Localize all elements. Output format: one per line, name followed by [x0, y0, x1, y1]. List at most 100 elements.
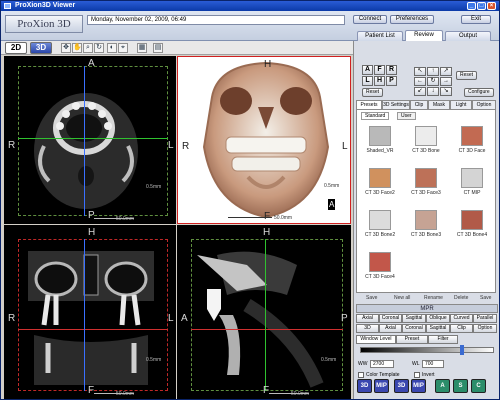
view-r-button[interactable]: R	[386, 65, 397, 75]
rotate-up-left-icon[interactable]: ↖	[414, 67, 426, 76]
mode-sagittal-button[interactable]: S	[453, 379, 468, 393]
mpr-sagittal-button[interactable]: Sagittal	[402, 314, 426, 323]
preset-thumb-ct-3d-bone[interactable]	[415, 126, 437, 146]
wl-input[interactable]: 700	[422, 360, 444, 368]
mpr-oblique-button[interactable]: Oblique	[426, 314, 450, 323]
tab-clip[interactable]: Clip	[410, 100, 428, 109]
window-level-icon[interactable]: ◐	[107, 43, 117, 53]
axial-horizontal-crosshair[interactable]	[18, 138, 168, 139]
color-template-checkbox[interactable]	[358, 372, 364, 378]
coronal-viewport[interactable]: H F R L 0.5mm 50.0mm	[4, 225, 176, 399]
measure-icon[interactable]: ⌖	[118, 43, 128, 53]
sagittal-horizontal-crosshair[interactable]	[191, 329, 343, 330]
coronal-vertical-crosshair[interactable]	[84, 239, 85, 391]
mpr-parallel-button[interactable]: Parallel	[473, 314, 497, 323]
mpr-sagittal2-button[interactable]: Sagittal	[426, 324, 450, 333]
mode-axial-button[interactable]: A	[435, 379, 450, 393]
preferences-button[interactable]: Preferences	[390, 15, 434, 24]
rotation-reset-button[interactable]: Reset	[456, 71, 478, 80]
tab-3d-settings[interactable]: 3D Settings	[382, 100, 410, 109]
preset-thumb-ct-3d-face2[interactable]	[369, 168, 391, 188]
view-h-button[interactable]: H	[374, 76, 385, 86]
orientation-reset-button[interactable]: Reset	[362, 88, 384, 97]
tab-window-level[interactable]: Window Level	[356, 335, 396, 344]
mode-2d-button[interactable]: 2D	[5, 42, 27, 54]
close-button[interactable]: ×	[487, 2, 496, 10]
zoom-icon[interactable]: ⌕	[83, 43, 93, 53]
tab-presets[interactable]: Presets	[356, 100, 382, 109]
minimize-button[interactable]: _	[467, 2, 476, 10]
tab-patient-list[interactable]: Patient List	[357, 31, 403, 41]
tab-preset[interactable]: Preset	[396, 335, 428, 344]
header-bar: ProXion 3D Monday, November 02, 2009, 06…	[1, 11, 499, 41]
view-a-button[interactable]: A	[362, 65, 373, 75]
axial-vertical-crosshair[interactable]	[84, 66, 85, 216]
mode-mip2-button[interactable]: MIP	[411, 379, 426, 393]
mpr-option-button[interactable]: Option	[473, 324, 497, 333]
configure-button[interactable]: Configure	[464, 88, 494, 97]
rotate-down-icon[interactable]: ↓	[427, 87, 439, 96]
mode-3d-button[interactable]: 3D	[30, 42, 52, 54]
mpr-curved-button[interactable]: Curved	[450, 314, 473, 323]
view-p-button[interactable]: P	[386, 76, 397, 86]
preset-thumb-shaded-vr[interactable]	[369, 126, 391, 146]
tab-mask[interactable]: Mask	[428, 100, 450, 109]
window-level-gradient[interactable]	[360, 347, 494, 353]
rotate-up-right-icon[interactable]: ↗	[440, 67, 452, 76]
tab-light[interactable]: Light	[450, 100, 472, 109]
pan-icon[interactable]: ✋	[72, 43, 82, 53]
preset-thumb-ct-mip[interactable]	[461, 168, 483, 188]
mpr-coronal-button[interactable]: Coronal	[379, 314, 402, 323]
tab-review[interactable]: Review	[405, 30, 443, 41]
mode-3d-render2-button[interactable]: 3D	[394, 379, 409, 393]
tab-output[interactable]: Output	[445, 31, 491, 41]
preset-thumb-ct-3d-bone2[interactable]	[369, 210, 391, 230]
exit-button[interactable]: Exit	[461, 15, 491, 24]
preset-thumb-ct-3d-face3[interactable]	[415, 168, 437, 188]
title-bar[interactable]: ProXion3D Viewer _ □ ×	[1, 1, 499, 11]
invert-checkbox[interactable]	[414, 372, 420, 378]
view-l-button[interactable]: L	[362, 76, 373, 86]
rotate-right-icon[interactable]: →	[440, 77, 452, 86]
tab-filter[interactable]: Filter	[428, 335, 458, 344]
volume-render-viewport[interactable]: H F R L A 0.5mm 50.0mm	[177, 56, 351, 224]
rotate-down-left-icon[interactable]: ↙	[414, 87, 426, 96]
tab-option[interactable]: Option	[472, 100, 496, 109]
preset-thumb-ct-3d-bone4[interactable]	[461, 210, 483, 230]
preset-thumb-ct-3d-face[interactable]	[461, 126, 483, 146]
window-level-handle[interactable]	[460, 345, 464, 355]
mpr-axial-button[interactable]: Axial	[356, 314, 379, 323]
preset-delete-button[interactable]: Delete	[454, 294, 468, 303]
rotate-left-icon[interactable]: ←	[414, 77, 426, 86]
maximize-button[interactable]: □	[477, 2, 486, 10]
rotate-up-icon[interactable]: ↑	[427, 67, 439, 76]
sagittal-viewport[interactable]: H F A P 0.5mm 50.0mm	[177, 225, 351, 399]
preset-new-button[interactable]: New all	[394, 294, 410, 303]
subtab-user[interactable]: User	[397, 112, 416, 120]
mode-coronal-button[interactable]: C	[471, 379, 486, 393]
rotate-down-right-icon[interactable]: ↘	[440, 87, 452, 96]
ww-input[interactable]: 2700	[370, 360, 394, 368]
rotate-icon[interactable]: ↻	[94, 43, 104, 53]
preset-save2-button[interactable]: Save	[480, 294, 491, 303]
mpr-axial2-button[interactable]: Axial	[379, 324, 402, 333]
mpr-coronal2-button[interactable]: Coronal	[402, 324, 426, 333]
rotate-reset-icon[interactable]: ↻	[427, 77, 439, 86]
mpr-3d-button[interactable]: 3D	[356, 324, 379, 333]
preset-rename-button[interactable]: Rename	[424, 294, 443, 303]
mode-mip-button[interactable]: MIP	[374, 379, 389, 393]
preset-thumb-ct-3d-face4[interactable]	[369, 252, 391, 272]
grid-icon[interactable]: ▦	[137, 43, 147, 53]
preset-thumb-ct-3d-bone3[interactable]	[415, 210, 437, 230]
coronal-horizontal-crosshair[interactable]	[18, 329, 168, 330]
axial-viewport[interactable]: A P R L 0.5mm 50.0mm	[4, 56, 176, 224]
subtab-standard[interactable]: Standard	[361, 112, 390, 120]
move-icon[interactable]: ✥	[61, 43, 71, 53]
mpr-clip-button[interactable]: Clip	[450, 324, 473, 333]
preset-save-button[interactable]: Save	[366, 294, 377, 303]
layout-icon[interactable]: ▤	[153, 43, 163, 53]
view-f-button[interactable]: F	[374, 65, 385, 75]
sagittal-vertical-crosshair[interactable]	[265, 239, 266, 391]
mode-3d-render-button[interactable]: 3D	[357, 379, 372, 393]
connect-button[interactable]: Connect	[353, 15, 387, 24]
